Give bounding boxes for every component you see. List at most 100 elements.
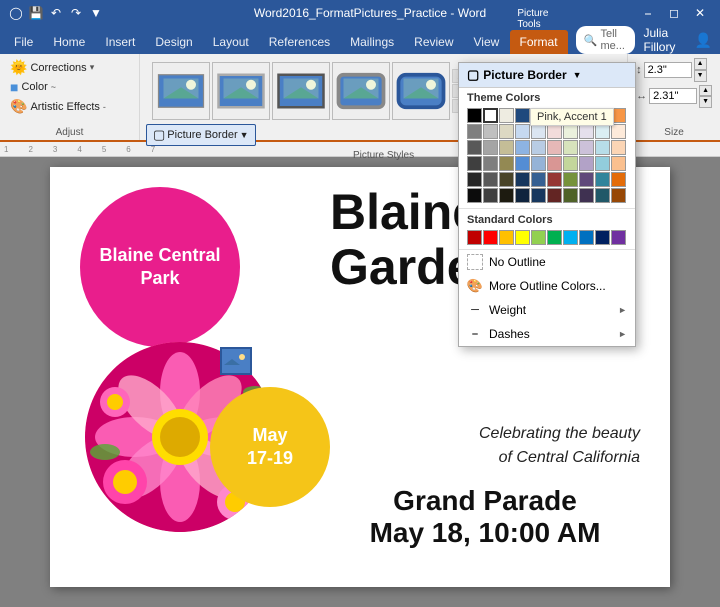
c-r5-6[interactable] (547, 172, 562, 187)
c-r5-9[interactable] (595, 172, 610, 187)
color-green[interactable] (563, 108, 578, 123)
minimize-btn[interactable]: ⎯ (636, 4, 660, 22)
c-r5-4[interactable] (515, 172, 530, 187)
customize-btn[interactable]: ▼ (88, 5, 104, 21)
c-r3-10[interactable] (611, 140, 626, 155)
sc-9[interactable] (595, 230, 610, 245)
c-r6-10[interactable] (611, 188, 626, 203)
tab-design[interactable]: Design (145, 30, 202, 54)
c-r5-10[interactable] (611, 172, 626, 187)
color-white[interactable] (483, 108, 498, 123)
c-r4-8[interactable] (579, 156, 594, 171)
color-btn[interactable]: ■ Color ~ (6, 78, 133, 96)
c-r6-5[interactable] (531, 188, 546, 203)
height-input[interactable] (644, 62, 692, 78)
color-purple[interactable] (579, 108, 594, 123)
color-teal[interactable] (595, 108, 610, 123)
sc-3[interactable] (499, 230, 514, 245)
c-r3-6[interactable] (547, 140, 562, 155)
height-up-btn[interactable]: ▲ (694, 58, 707, 70)
c-r2-8[interactable] (579, 124, 594, 139)
width-spin[interactable]: ▲ ▼ (699, 85, 712, 109)
c-r6-2[interactable] (483, 188, 498, 203)
tab-format[interactable]: Format (510, 30, 568, 54)
c-r5-7[interactable] (563, 172, 578, 187)
sc-8[interactable] (579, 230, 594, 245)
sc-1[interactable] (467, 230, 482, 245)
c-r5-2[interactable] (483, 172, 498, 187)
c-r3-4[interactable] (515, 140, 530, 155)
c-r3-5[interactable] (531, 140, 546, 155)
c-r2-4[interactable] (515, 124, 530, 139)
tab-review[interactable]: Review (404, 30, 463, 54)
picture-border-dropdown[interactable]: ▢ Picture Border ▼ Theme Colors (458, 62, 636, 347)
c-r4-10[interactable] (611, 156, 626, 171)
sc-10[interactable] (611, 230, 626, 245)
c-r6-8[interactable] (579, 188, 594, 203)
c-r6-1[interactable] (467, 188, 482, 203)
window-controls[interactable]: ⎯ ◻ ✕ (636, 4, 712, 22)
tab-references[interactable]: References (259, 30, 340, 54)
small-picture[interactable] (220, 347, 252, 375)
c-r4-1[interactable] (467, 156, 482, 171)
sc-7[interactable] (563, 230, 578, 245)
corrections-btn[interactable]: 🌞 Corrections ▾ (6, 58, 133, 77)
c-r6-3[interactable] (499, 188, 514, 203)
c-r3-3[interactable] (499, 140, 514, 155)
height-spin[interactable]: ▲ ▼ (694, 58, 707, 82)
style-5[interactable] (392, 62, 450, 120)
width-up-btn[interactable]: ▲ (699, 85, 712, 97)
c-r4-9[interactable] (595, 156, 610, 171)
c-r6-6[interactable] (547, 188, 562, 203)
c-r2-9[interactable] (595, 124, 610, 139)
save-btn[interactable]: 💾 (28, 5, 44, 21)
style-2[interactable] (212, 62, 270, 120)
more-colors-item[interactable]: 🎨 More Outline Colors... (459, 274, 635, 298)
c-r3-9[interactable] (595, 140, 610, 155)
sc-6[interactable] (547, 230, 562, 245)
style-3[interactable] (272, 62, 330, 120)
no-outline-item[interactable]: No Outline (459, 250, 635, 274)
c-r2-7[interactable] (563, 124, 578, 139)
weight-item[interactable]: ─ Weight ► (459, 298, 635, 322)
width-down-btn[interactable]: ▼ (699, 96, 712, 108)
c-r4-5[interactable] (531, 156, 546, 171)
redo-btn[interactable]: ↷ (68, 5, 84, 21)
tab-file[interactable]: File (4, 30, 43, 54)
c-r4-7[interactable] (563, 156, 578, 171)
c-r3-2[interactable] (483, 140, 498, 155)
c-r2-3[interactable] (499, 124, 514, 139)
c-r6-7[interactable] (563, 188, 578, 203)
c-r2-6[interactable] (547, 124, 562, 139)
c-r4-6[interactable] (547, 156, 562, 171)
c-r4-2[interactable] (483, 156, 498, 171)
color-darkblue[interactable] (515, 108, 530, 123)
c-r6-4[interactable] (515, 188, 530, 203)
tab-insert[interactable]: Insert (95, 30, 145, 54)
height-down-btn[interactable]: ▼ (694, 70, 707, 82)
c-r5-8[interactable] (579, 172, 594, 187)
dashes-item[interactable]: ⎯ Dashes ► (459, 322, 635, 346)
color-blue[interactable] (531, 108, 546, 123)
picture-border-btn[interactable]: ▢ Picture Border ▼ (146, 124, 256, 146)
c-r6-9[interactable] (595, 188, 610, 203)
c-r2-5[interactable] (531, 124, 546, 139)
tab-mailings[interactable]: Mailings (340, 30, 404, 54)
tell-me-box[interactable]: 🔍 Tell me... (576, 26, 636, 54)
style-1[interactable] (152, 62, 210, 120)
c-r2-2[interactable] (483, 124, 498, 139)
c-r3-8[interactable] (579, 140, 594, 155)
color-orange[interactable] (611, 108, 626, 123)
sc-5[interactable] (531, 230, 546, 245)
style-4[interactable] (332, 62, 390, 120)
tab-layout[interactable]: Layout (203, 30, 259, 54)
c-r3-7[interactable] (563, 140, 578, 155)
c-r4-3[interactable] (499, 156, 514, 171)
tab-view[interactable]: View (464, 30, 510, 54)
tab-home[interactable]: Home (43, 30, 95, 54)
c-r5-3[interactable] (499, 172, 514, 187)
quick-access-toolbar[interactable]: ◯ 💾 ↶ ↷ ▼ (8, 5, 104, 21)
undo-btn[interactable]: ↶ (48, 5, 64, 21)
sc-2[interactable] (483, 230, 498, 245)
c-r5-5[interactable] (531, 172, 546, 187)
